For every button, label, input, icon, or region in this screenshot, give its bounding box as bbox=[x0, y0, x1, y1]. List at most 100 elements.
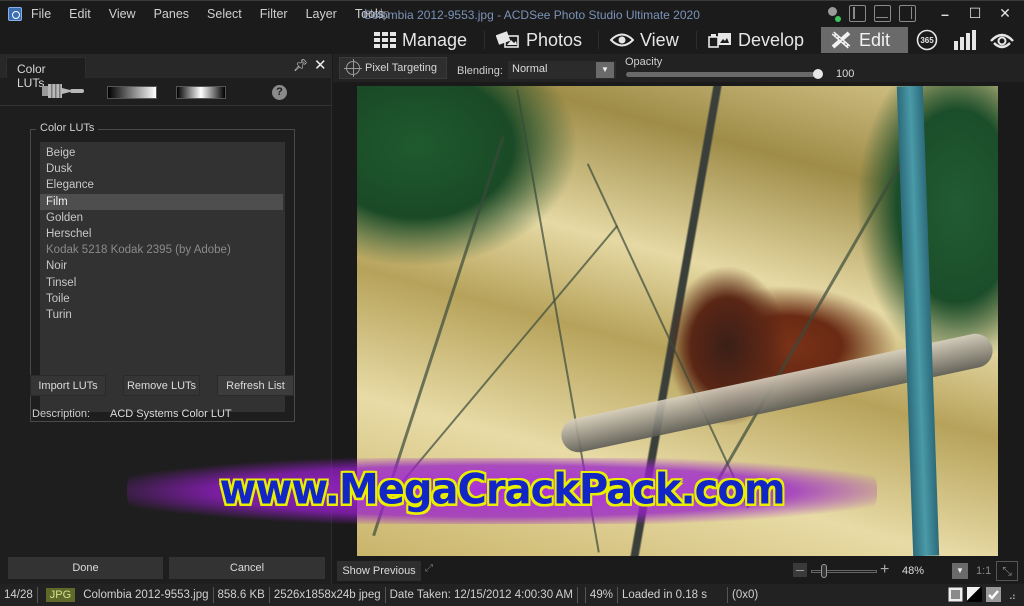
mode-label: Edit bbox=[859, 29, 891, 50]
zoom-out-button[interactable]: – bbox=[793, 562, 807, 577]
group-title: Color LUTs bbox=[36, 122, 99, 134]
mode-tab-edit[interactable]: Edit bbox=[821, 27, 908, 53]
mode-tab-photos[interactable]: Photos bbox=[488, 27, 590, 53]
fullscreen-icon[interactable]: ⤢ bbox=[425, 563, 439, 577]
zoom-dropdown-icon[interactable]: ▼ bbox=[952, 563, 968, 579]
window-title: Colombia 2012-9553.jpg - ACDSee Photo St… bbox=[363, 8, 700, 22]
pixel-targeting-button[interactable]: Pixel Targeting bbox=[339, 57, 447, 79]
lut-item[interactable]: Kodak 5218 Kodak 2395 (by Adobe) bbox=[40, 242, 285, 258]
background-color-icon[interactable] bbox=[948, 587, 963, 602]
description-label: Description: bbox=[32, 408, 91, 420]
opacity-slider-thumb[interactable] bbox=[813, 69, 823, 79]
mode-tab-manage[interactable]: Manage bbox=[366, 27, 475, 53]
lut-item-selected[interactable]: Film bbox=[40, 193, 283, 210]
format-badge: JPG bbox=[45, 588, 76, 602]
resize-grip-icon[interactable]: ⣠ bbox=[1009, 589, 1016, 600]
menu-panes[interactable]: Panes bbox=[154, 7, 189, 21]
maximize-button[interactable]: ☐ bbox=[964, 5, 986, 22]
radial-gradient-icon[interactable] bbox=[176, 86, 226, 99]
remove-luts-button[interactable]: Remove LUTs bbox=[123, 375, 200, 396]
menu-bar: File Edit View Panes Select Filter Layer… bbox=[31, 7, 402, 21]
minimize-button[interactable]: – bbox=[934, 6, 956, 22]
refresh-list-button[interactable]: Refresh List bbox=[217, 375, 294, 396]
zoom-in-button[interactable]: + bbox=[880, 561, 889, 579]
grid-icon bbox=[374, 32, 396, 48]
zoom-value[interactable]: 48% bbox=[902, 565, 924, 577]
status-date-taken: Date Taken: 12/15/2012 4:00:30 AM bbox=[386, 587, 578, 603]
close-panel-icon[interactable]: ✕ bbox=[314, 56, 327, 74]
mode-tab-develop[interactable]: Develop bbox=[700, 27, 812, 53]
menu-layer[interactable]: Layer bbox=[306, 7, 337, 21]
actual-size-button[interactable]: 1:1 bbox=[976, 565, 991, 577]
done-button[interactable]: Done bbox=[8, 557, 163, 579]
365-icon: 365 bbox=[916, 29, 938, 51]
menu-select[interactable]: Select bbox=[207, 7, 242, 21]
edit-toolbar: Pixel Targeting Blending: Normal ▼ Opaci… bbox=[333, 54, 1024, 82]
title-bar: File Edit View Panes Select Filter Layer… bbox=[0, 0, 1024, 27]
opacity-value: 100 bbox=[836, 68, 855, 80]
menu-view[interactable]: View bbox=[109, 7, 136, 21]
divider bbox=[578, 587, 586, 603]
linear-gradient-icon[interactable] bbox=[107, 86, 157, 99]
status-zoom: 49% bbox=[586, 587, 618, 603]
layout-right-pane-icon[interactable] bbox=[899, 5, 916, 22]
status-filename: Colombia 2012-9553.jpg bbox=[79, 587, 214, 603]
dashboard-button[interactable] bbox=[952, 29, 978, 51]
lut-item[interactable]: Beige bbox=[40, 145, 285, 161]
close-window-button[interactable]: ✕ bbox=[994, 5, 1016, 22]
lut-item[interactable]: Turin bbox=[40, 307, 285, 323]
chevron-down-icon[interactable]: ▼ bbox=[596, 62, 614, 78]
status-filesize: 858.6 KB bbox=[214, 587, 270, 603]
opacity-slider[interactable] bbox=[626, 72, 821, 77]
365-button[interactable]: 365 bbox=[915, 29, 939, 51]
divider bbox=[598, 31, 599, 49]
edit-tools-icon bbox=[831, 31, 851, 49]
brush-icon[interactable] bbox=[42, 84, 84, 98]
status-coords: (0x0) bbox=[732, 589, 759, 601]
bar-chart-icon bbox=[954, 30, 976, 50]
zoom-slider-thumb[interactable] bbox=[821, 564, 828, 578]
lut-item[interactable]: Dusk bbox=[40, 161, 285, 177]
menu-filter[interactable]: Filter bbox=[260, 7, 288, 21]
app-logo-icon[interactable] bbox=[8, 7, 22, 21]
lut-item[interactable]: Golden bbox=[40, 210, 285, 226]
crosshair-icon bbox=[344, 59, 362, 77]
blending-label: Blending: bbox=[457, 65, 503, 77]
lut-list[interactable]: Beige Dusk Elegance Film Golden Herschel… bbox=[40, 142, 285, 412]
lut-item[interactable]: Noir bbox=[40, 258, 285, 274]
layout-bottom-pane-icon[interactable] bbox=[874, 5, 891, 22]
cancel-button[interactable]: Cancel bbox=[169, 557, 325, 579]
layout-left-pane-icon[interactable] bbox=[849, 5, 866, 22]
mode-label: Manage bbox=[402, 29, 468, 50]
mode-label: View bbox=[640, 29, 679, 50]
mode-label: Develop bbox=[738, 29, 805, 50]
window-controls: – ☐ ✕ bbox=[825, 5, 1016, 22]
svg-text:365: 365 bbox=[920, 36, 934, 45]
pixel-targeting-label: Pixel Targeting bbox=[365, 62, 437, 74]
user-account-icon[interactable] bbox=[825, 6, 841, 22]
panel-tab-color-luts[interactable]: Color LUTs bbox=[6, 57, 86, 90]
exposure-warning-icon[interactable] bbox=[966, 587, 982, 602]
lut-item[interactable]: Tinsel bbox=[40, 275, 285, 291]
show-previous-button[interactable]: Show Previous bbox=[337, 561, 421, 581]
pin-icon[interactable]: 📌︎ bbox=[293, 58, 308, 72]
mode-tab-view[interactable]: View bbox=[602, 27, 687, 53]
status-position: 14/28 bbox=[0, 587, 38, 603]
hidden-eye-icon bbox=[990, 33, 1014, 49]
status-dimensions: 2526x1858x24b jpeg bbox=[270, 587, 386, 603]
menu-edit[interactable]: Edit bbox=[69, 7, 91, 21]
lut-item[interactable]: Toile bbox=[40, 291, 285, 307]
photos-icon bbox=[496, 31, 519, 48]
menu-file[interactable]: File bbox=[31, 7, 51, 21]
import-luts-button[interactable]: Import LUTs bbox=[30, 375, 106, 396]
eye-icon bbox=[610, 33, 634, 47]
lut-item[interactable]: Elegance bbox=[40, 177, 285, 193]
acdsee-window: File Edit View Panes Select Filter Layer… bbox=[0, 0, 1024, 606]
fit-to-window-icon[interactable]: ⤡ bbox=[996, 561, 1018, 581]
privacy-button[interactable] bbox=[988, 29, 1016, 51]
status-load-time: Loaded in 0.18 s bbox=[618, 587, 728, 603]
lut-item[interactable]: Herschel bbox=[40, 226, 285, 242]
help-icon[interactable]: ? bbox=[272, 85, 287, 100]
checkmark-icon[interactable] bbox=[985, 587, 1001, 602]
status-icons: ⣠ bbox=[948, 587, 1016, 602]
